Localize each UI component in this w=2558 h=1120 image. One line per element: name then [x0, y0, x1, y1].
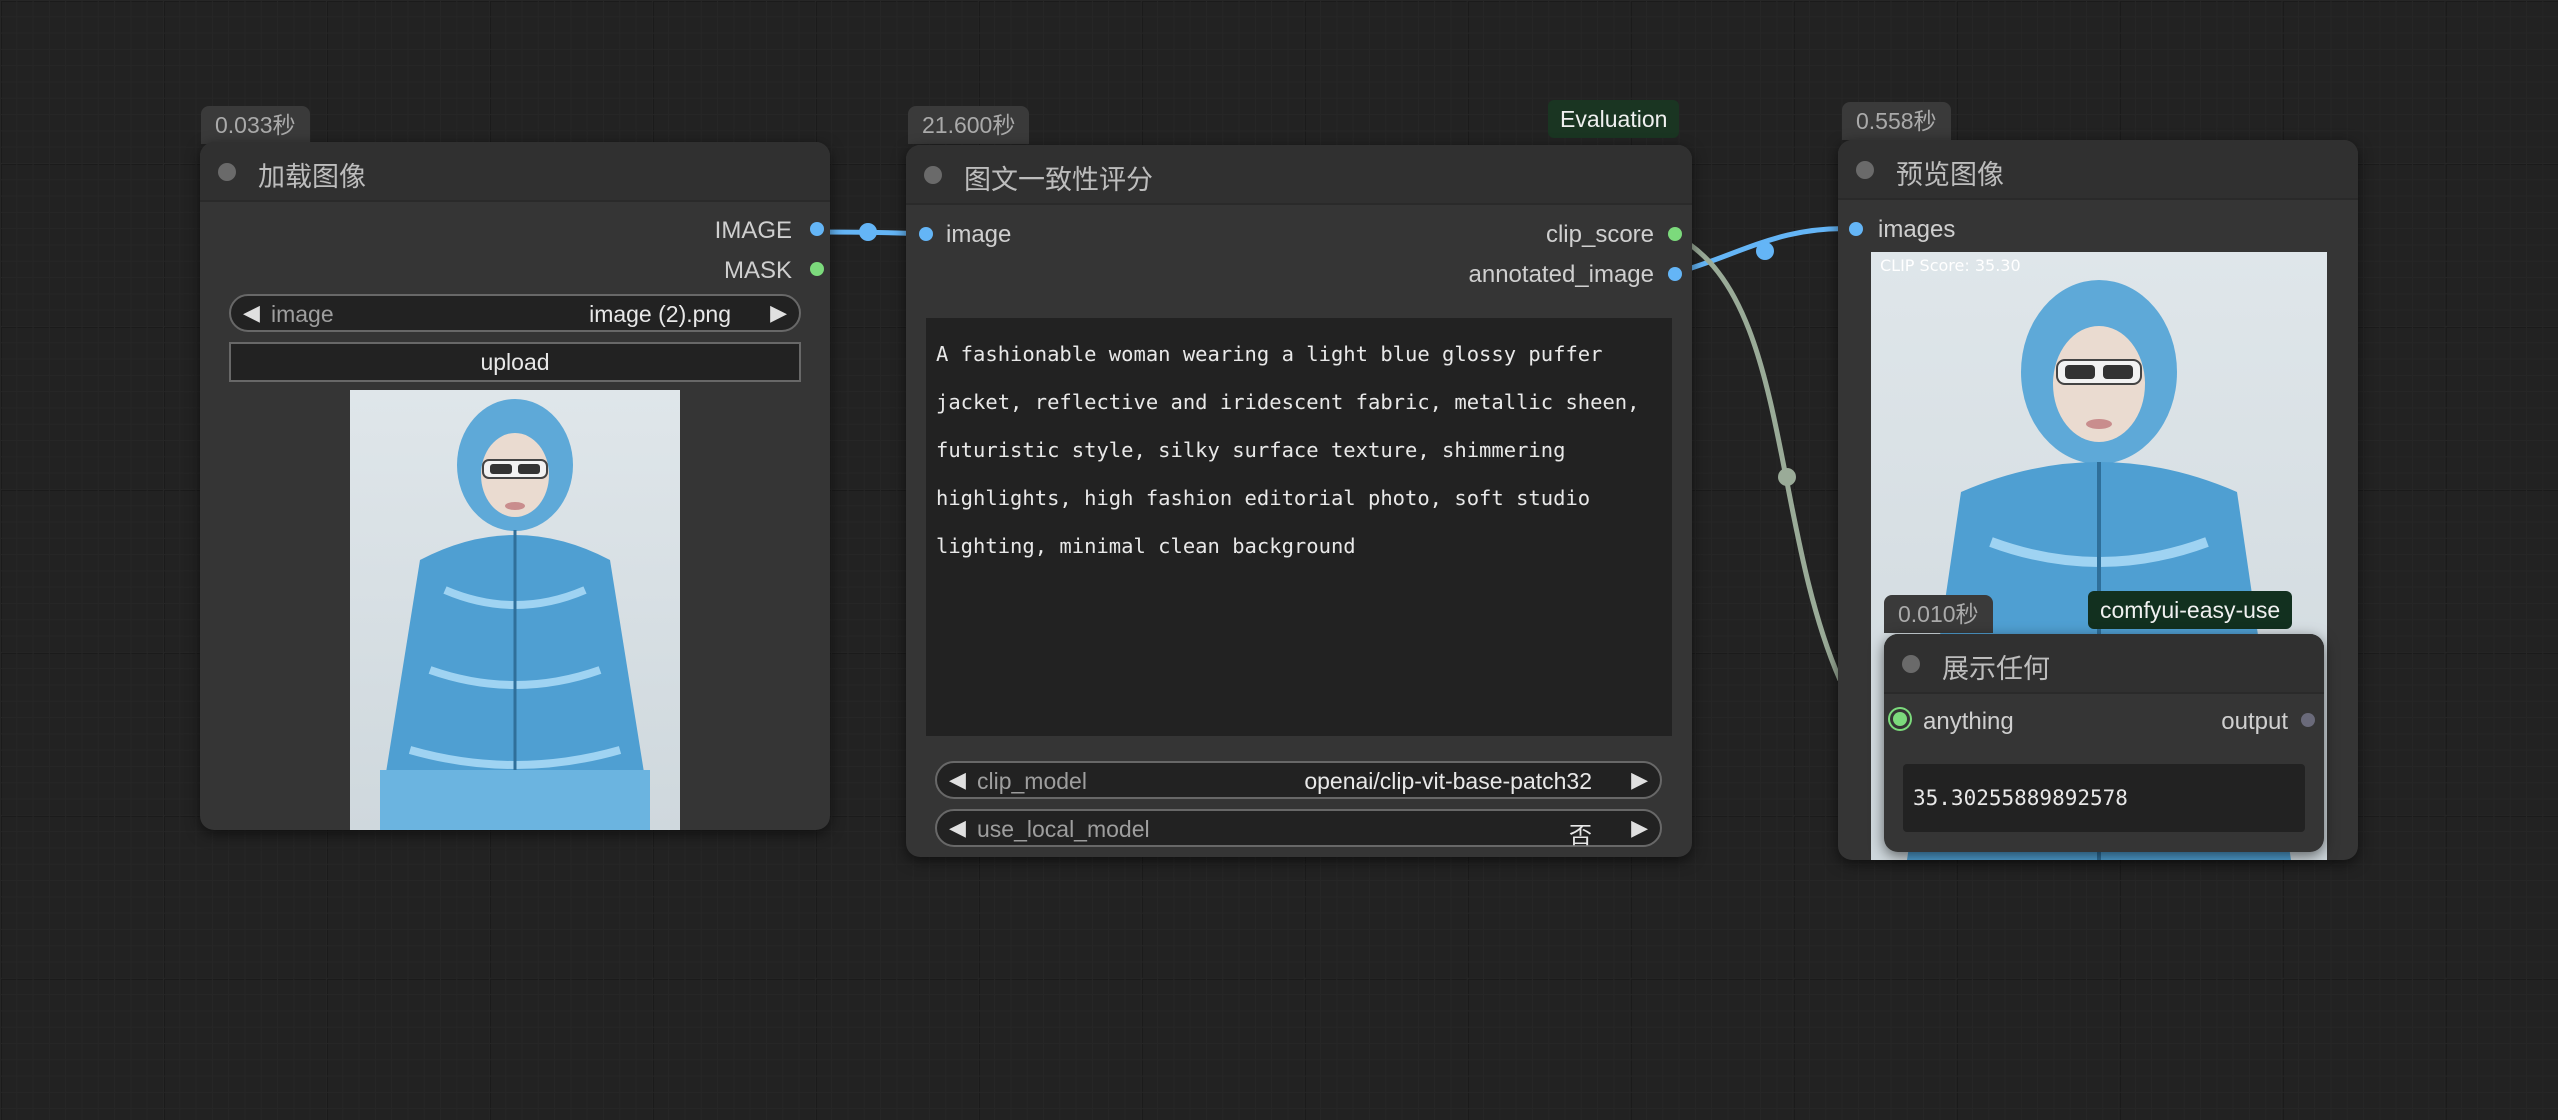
image-select-widget[interactable]: ◀ image image (2).png ▶ [229, 294, 801, 332]
category-tag: Evaluation [1548, 100, 1680, 138]
output-slot[interactable] [2301, 713, 2315, 727]
widget-label: clip_model [977, 768, 1087, 794]
output-label-annotated-image: annotated_image [1468, 261, 1654, 288]
output-label: output [2221, 708, 2288, 735]
clip-score-node[interactable]: 图文一致性评分 image clip_score annotated_image… [906, 145, 1692, 857]
collapse-dot-icon[interactable] [1856, 161, 1874, 179]
clip-node-header[interactable]: 图文一致性评分 [906, 145, 1692, 205]
widget-value: 否 [1569, 822, 1592, 848]
output-label-clip-score: clip_score [1545, 221, 1654, 248]
load-image-node[interactable]: 加载图像 IMAGE MASK ◀ image image (2).png ▶ … [200, 142, 830, 830]
upload-button[interactable]: upload [229, 342, 801, 382]
arrow-right-icon[interactable]: ▶ [1631, 767, 1648, 793]
output-slot-annotated-image[interactable] [1668, 267, 1682, 281]
node-title: 图文一致性评分 [964, 165, 1153, 195]
arrow-left-icon[interactable]: ◀ [949, 815, 966, 841]
arrow-right-icon[interactable]: ▶ [1631, 815, 1648, 841]
widget-label: image [271, 301, 334, 327]
link-image-midpoint [859, 223, 877, 241]
preview-node-header[interactable]: 预览图像 [1838, 140, 2358, 200]
show-any-timing: 0.010秒 [1884, 595, 1993, 633]
collapse-dot-icon[interactable] [924, 166, 942, 184]
link-clip-score-midpoint [1778, 468, 1796, 486]
arrow-left-icon[interactable]: ◀ [243, 300, 260, 326]
input-label-images: images [1878, 216, 1956, 243]
clip-model-widget[interactable]: ◀ clip_model openai/clip-vit-base-patch3… [935, 761, 1662, 799]
preview-node-timing: 0.558秒 [1842, 102, 1951, 140]
output-slot-image[interactable] [810, 222, 824, 236]
link-clip-score [1670, 231, 1843, 682]
widget-value: openai/clip-vit-base-patch32 [1304, 768, 1592, 794]
model-figure-icon [380, 399, 650, 830]
clip-node-timing: 21.600秒 [908, 106, 1030, 144]
show-any-node[interactable]: 展示任何 anything output 35.30255889892578 [1884, 634, 2324, 852]
node-title: 展示任何 [1942, 654, 2050, 684]
input-slot-image[interactable] [919, 227, 933, 241]
load-image-timing: 0.033秒 [201, 106, 310, 144]
show-any-header[interactable]: 展示任何 [1884, 634, 2324, 694]
clip-score-overlay: CLIP Score: 35.30 [1880, 256, 2021, 275]
input-slot-anything[interactable] [1893, 712, 1907, 726]
output-slot-mask[interactable] [810, 262, 824, 276]
use-local-model-widget[interactable]: ◀ use_local_model 否 ▶ [935, 809, 1662, 848]
arrow-left-icon[interactable]: ◀ [949, 767, 966, 793]
input-slot-images[interactable] [1849, 222, 1863, 236]
output-label-image: IMAGE [714, 217, 792, 244]
value-display[interactable]: 35.30255889892578 [1903, 764, 2305, 832]
input-label-anything: anything [1923, 708, 2014, 735]
widget-label: use_local_model [977, 816, 1150, 842]
collapse-dot-icon[interactable] [1902, 655, 1920, 673]
prompt-textarea[interactable]: A fashionable woman wearing a light blue… [926, 318, 1672, 736]
loaded-image-preview [350, 390, 680, 830]
output-label-mask: MASK [723, 257, 792, 284]
collapse-dot-icon[interactable] [218, 163, 236, 181]
input-label-image: image [946, 221, 1012, 248]
link-annotated-image-midpoint [1756, 242, 1774, 260]
package-tag: comfyui-easy-use [2088, 591, 2293, 629]
node-title: 预览图像 [1896, 160, 2004, 190]
output-slot-clip-score[interactable] [1668, 227, 1682, 241]
widget-value: image (2).png [589, 301, 731, 327]
node-title: 加载图像 [258, 162, 366, 192]
load-image-header[interactable]: 加载图像 [200, 142, 830, 202]
arrow-right-icon[interactable]: ▶ [770, 300, 787, 326]
